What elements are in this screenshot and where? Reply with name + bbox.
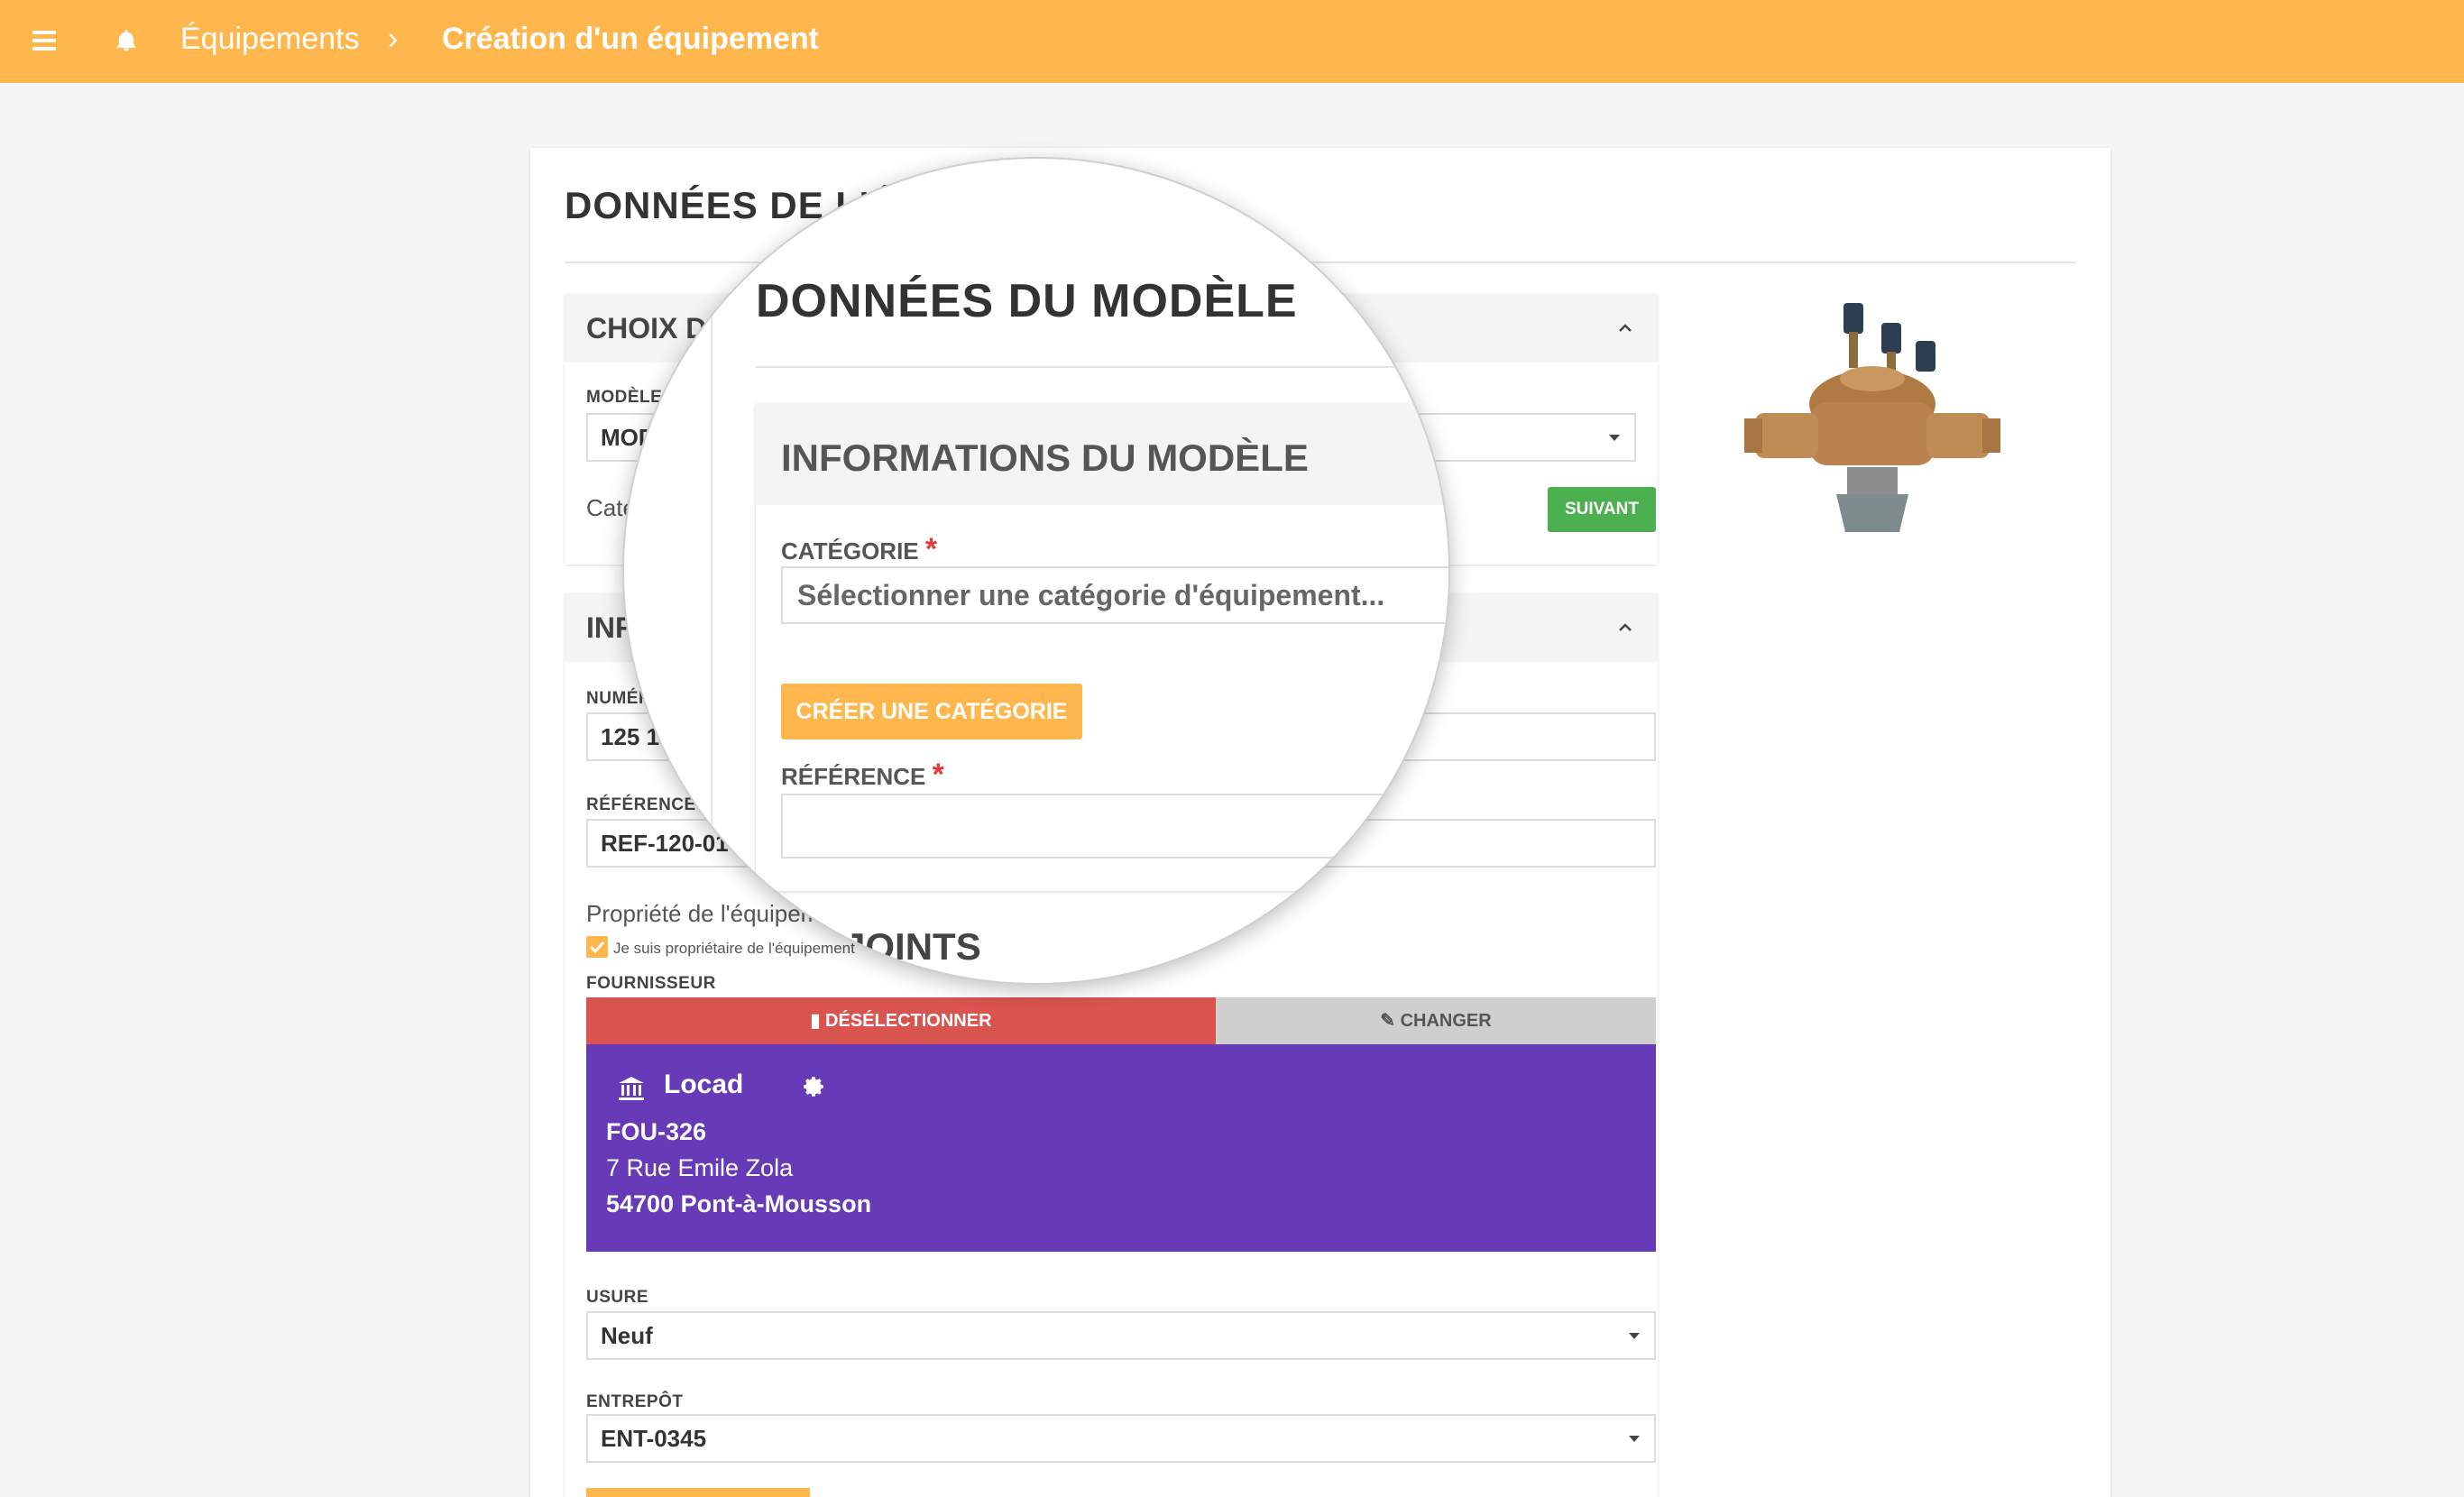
divider (756, 366, 1448, 368)
reference-input[interactable] (781, 794, 1448, 859)
warehouse-value: ENT-0345 (601, 1425, 707, 1452)
supplier-city: 54700 Pont-à-Mousson (606, 1190, 872, 1217)
supplier-name: Locad (664, 1070, 744, 1099)
required-mark: * (932, 758, 944, 792)
reference-label-text: RÉFÉRENCE (781, 763, 926, 790)
top-bar: Équipements › Création d'un équipement (0, 0, 2464, 83)
supplier-code: FOU-326 (606, 1118, 707, 1145)
required-mark: * (924, 532, 938, 566)
model-info-panel-title: INFORMATIONS DU MODÈLE (781, 436, 1309, 479)
next-button[interactable]: SUIVANT (1548, 487, 1656, 532)
bank-icon (619, 1077, 644, 1100)
magnifier-content: DONNÉES DU MODÈLE INFORMATIONS DU MODÈLE… (624, 159, 1448, 983)
breadcrumb-equipements[interactable]: Équipements (180, 22, 359, 57)
category-label-text: CATÉGORIE (781, 537, 919, 565)
category-label: CATÉGORIE * (781, 532, 937, 567)
reference-label: RÉFÉRENCE * (781, 758, 944, 793)
supplier-address: 7 Rue Emile Zola (606, 1154, 794, 1181)
trash-icon: ▮ (810, 1011, 826, 1031)
breadcrumb-separator: › (388, 22, 399, 56)
menu-icon[interactable] (32, 31, 56, 51)
chevron-up-icon[interactable] (1616, 319, 1634, 337)
caret-down-icon (1629, 1333, 1640, 1339)
deselect-label: DÉSÉLECTIONNER (825, 1011, 992, 1031)
model-info-panel: INFORMATIONS DU MODÈLE CATÉGORIE * Sélec… (756, 404, 1448, 891)
magnifier-lens: DONNÉES DU MODÈLE INFORMATIONS DU MODÈLE… (622, 157, 1450, 985)
wear-label: USURE (586, 1288, 649, 1307)
caret-down-icon (1629, 1436, 1640, 1442)
caret-down-icon (1609, 435, 1620, 441)
divider (711, 218, 713, 983)
create-category-button[interactable]: CRÉER UNE CATÉGORIE (781, 684, 1082, 739)
change-label: CHANGER (1400, 1011, 1492, 1031)
attachments-heading: ERS JOINTS (756, 925, 981, 968)
category-placeholder: Sélectionner une catégorie d'équipement.… (797, 579, 1385, 611)
warehouse-label: ENTREPÔT (586, 1392, 684, 1411)
page-title: Création d'un équipement (442, 22, 819, 56)
change-button[interactable]: ✎ CHANGER (1216, 997, 1656, 1044)
pencil-icon: ✎ (1380, 1011, 1401, 1031)
gear-icon[interactable] (803, 1075, 826, 1098)
check-icon (589, 941, 605, 954)
chevron-up-icon[interactable] (1616, 619, 1634, 637)
warehouse-select[interactable]: ENT-0345 (586, 1414, 1656, 1463)
bell-icon[interactable] (114, 27, 139, 54)
owner-checkbox[interactable] (586, 936, 608, 958)
wear-select[interactable]: Neuf (586, 1311, 1656, 1360)
supplier-card: Locad FOU-326 7 Rue Emile Zola 54700 Pon… (586, 1044, 1656, 1252)
deselect-button[interactable]: ▮ DÉSÉLECTIONNER (586, 997, 1216, 1044)
model-info-panel-header[interactable]: INFORMATIONS DU MODÈLE (756, 404, 1448, 505)
product-image (1744, 303, 2000, 532)
wear-value: Neuf (601, 1322, 653, 1349)
category-select[interactable]: Sélectionner une catégorie d'équipement.… (781, 566, 1448, 624)
magnifier-title: DONNÉES DU MODÈLE (756, 275, 1298, 327)
submit-button[interactable] (586, 1488, 810, 1497)
